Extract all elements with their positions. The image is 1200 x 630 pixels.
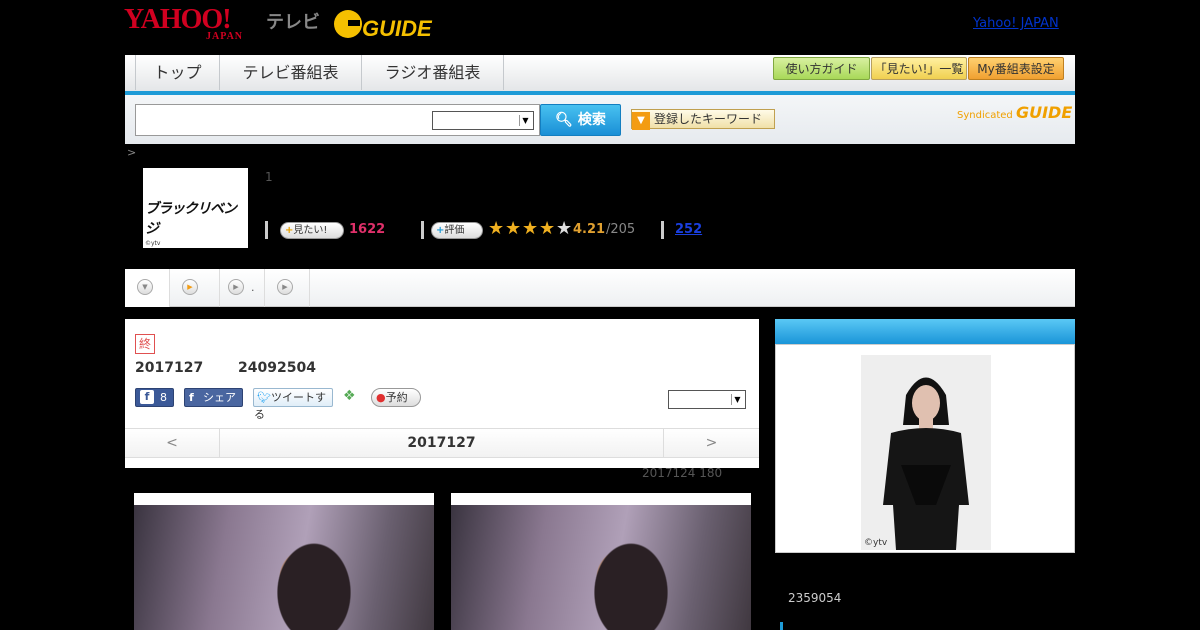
tab-episodes[interactable]: ▶ . xyxy=(170,269,255,307)
mixi-check-icon[interactable]: ❖ xyxy=(343,388,361,407)
facebook-like-button[interactable]: f8 xyxy=(135,388,174,407)
search-bar: ▼ 🔍︎ 検索 ▼ 登録したキーワード Syndicated GUIDE xyxy=(125,95,1075,144)
episode-photo-image xyxy=(451,505,751,630)
cast-photo xyxy=(861,355,991,550)
usage-guide-button[interactable]: 使い方ガイド xyxy=(773,57,870,80)
divider xyxy=(265,221,268,239)
search-category-select[interactable]: ▼ xyxy=(432,111,534,130)
chevron-down-icon: ▼ xyxy=(519,115,531,126)
want-button[interactable]: +見たい! xyxy=(280,222,344,239)
cast-photo-copyright: ©ytv xyxy=(864,538,888,548)
program-number: 1 xyxy=(265,170,273,184)
star-icon: ★ xyxy=(556,218,573,239)
syndicated-brand: GUIDE xyxy=(1015,103,1073,122)
program-logo-copyright: ©ytv xyxy=(145,240,161,247)
tab-reviews[interactable]: ▶ xyxy=(265,269,310,307)
nav-tab-top[interactable]: トップ xyxy=(135,55,220,90)
cast-photo-frame: ©ytv xyxy=(775,344,1075,553)
star-icon: ★ xyxy=(539,218,556,239)
nav-tab-tv-schedule[interactable]: テレビ番組表 xyxy=(220,55,362,90)
episode-date: 2017127 xyxy=(135,360,204,376)
syndicated-gguide-logo: Syndicated GUIDE xyxy=(957,103,1072,122)
program-logo-text: ブラックリベンジ xyxy=(145,201,237,237)
episode-photo-image xyxy=(134,505,434,630)
want-count: 1622 xyxy=(349,222,386,237)
current-episode-date: 2017127 xyxy=(407,435,476,451)
yahoo-japan-link[interactable]: Yahoo! JAPAN xyxy=(973,16,1059,31)
search-icon: 🔍︎ xyxy=(555,112,573,128)
main-nav: トップ テレビ番組表 ラジオ番組表 使い方ガイド 「見たい!」一覧 My番組表設… xyxy=(125,55,1075,95)
tweet-button[interactable]: 🐦︎ツイートする xyxy=(253,388,333,421)
facebook-like-count: 8 xyxy=(160,391,167,404)
breadcrumb: > xyxy=(127,146,137,159)
update-info: 2017124 180 xyxy=(642,466,723,480)
syndicated-label: Syndicated xyxy=(957,110,1013,121)
saved-keywords-button[interactable]: ▼ 登録したキーワード xyxy=(631,109,775,130)
episode-panel: 終 2017127 24092504 f8 f シェア 🐦︎ツイートする ❖ ●予… xyxy=(125,319,759,468)
facebook-icon: f xyxy=(189,391,194,404)
play-icon: ▶ xyxy=(182,279,198,295)
review-count-link[interactable]: 252 xyxy=(675,222,702,237)
svg-text:GUIDE: GUIDE xyxy=(362,16,433,41)
program-logo: ブラックリベンジ ©ytv xyxy=(143,168,248,248)
star-icon: ★ xyxy=(505,218,522,239)
chevron-down-icon: ▼ xyxy=(731,394,743,405)
record-icon: ● xyxy=(376,391,386,404)
search-button[interactable]: 🔍︎ 検索 xyxy=(540,104,621,136)
rating-value: 4.21 xyxy=(573,222,606,237)
divider xyxy=(661,221,664,239)
tv-label: テレビ xyxy=(266,12,320,33)
episode-id: 24092504 xyxy=(238,360,316,376)
facebook-share-label: シェア xyxy=(203,391,236,404)
cast-id: 2359054 xyxy=(788,591,842,605)
saved-keywords-label: 登録したキーワード xyxy=(654,112,763,126)
star-icon: ★ xyxy=(488,218,505,239)
end-badge: 終 xyxy=(135,334,155,354)
yahoo-japan-logo[interactable]: YAHOO! JAPAN xyxy=(124,6,243,42)
yahoo-logo-sub: JAPAN xyxy=(206,31,244,42)
tab-overview[interactable]: ▼ xyxy=(125,269,170,307)
cast-sidebar-header xyxy=(775,319,1075,344)
nav-tab-radio-schedule[interactable]: ラジオ番組表 xyxy=(362,55,504,90)
gguide-logo[interactable]: GUIDE xyxy=(334,6,434,42)
rate-button[interactable]: +評価 xyxy=(431,222,483,239)
search-button-label: 検索 xyxy=(577,112,606,128)
twitter-icon: 🐦︎ xyxy=(257,391,271,404)
facebook-share-button[interactable]: f シェア xyxy=(184,388,243,407)
cast-sidebar: ©ytv 2359054 xyxy=(775,319,1075,630)
rate-button-label: 評価 xyxy=(444,225,465,236)
episode-photo[interactable] xyxy=(451,493,751,630)
chevron-down-icon: ▼ xyxy=(137,279,153,295)
divider xyxy=(421,221,424,239)
tab-cast[interactable]: ▶ xyxy=(220,269,265,307)
star-icon: ★ xyxy=(522,218,539,239)
my-schedule-settings-button[interactable]: My番組表設定 xyxy=(968,57,1064,80)
reserve-button[interactable]: ●予約 xyxy=(371,388,421,407)
previous-episode-button[interactable]: < xyxy=(125,429,220,457)
want-button-label: 見たい! xyxy=(293,225,328,236)
program-tab-strip: ▼ ▶ . ▶ ▶ xyxy=(125,269,1075,307)
episode-navigation: < 2017127 > xyxy=(125,428,759,458)
episode-photo[interactable] xyxy=(134,493,434,630)
want-list-button[interactable]: 「見たい!」一覧 xyxy=(871,57,967,80)
episode-select[interactable]: ▼ xyxy=(668,390,746,409)
section-accent xyxy=(780,622,783,630)
play-icon: ▶ xyxy=(277,279,293,295)
play-icon: ▶ xyxy=(228,279,244,295)
reserve-label: 予約 xyxy=(385,391,408,404)
rating-total: /205 xyxy=(606,222,636,237)
facebook-icon: f xyxy=(140,390,154,404)
cast-photo-container[interactable]: ©ytv xyxy=(796,355,1056,550)
next-episode-button[interactable]: > xyxy=(663,429,759,457)
chevron-down-icon: ▼ xyxy=(632,112,650,130)
